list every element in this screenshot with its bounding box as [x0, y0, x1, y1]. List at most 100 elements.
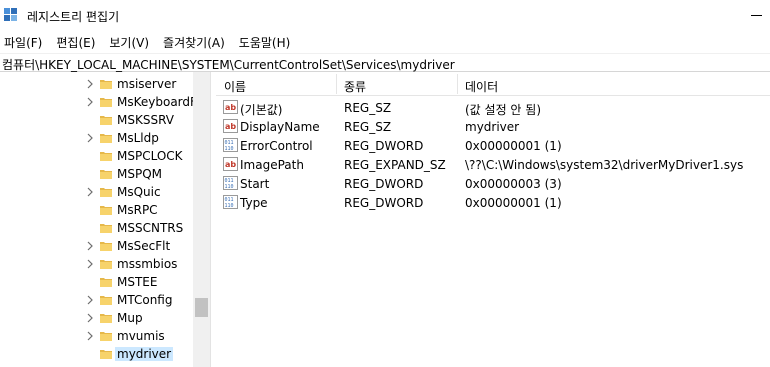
tree-item[interactable]: mssmbios: [0, 255, 193, 273]
folder-icon: [100, 224, 112, 233]
menu-view[interactable]: 보기(V): [105, 34, 153, 51]
binary-value-icon: 011110: [223, 195, 238, 209]
folder-icon: [100, 116, 112, 125]
folder-icon: [100, 98, 112, 107]
tree-item[interactable]: MsLldp: [0, 129, 193, 147]
tree-item[interactable]: MSSCNTRS: [0, 219, 193, 237]
chevron-right-icon[interactable]: [85, 295, 95, 305]
value-data: 0x00000003 (3): [465, 177, 562, 191]
tree-item-label: MsLldp: [117, 131, 159, 145]
value-data: mydriver: [465, 120, 520, 134]
folder-icon: [100, 188, 112, 197]
tree-item-label: MSPCLOCK: [117, 149, 183, 163]
chevron-right-icon[interactable]: [85, 241, 95, 251]
menu-help[interactable]: 도움말(H): [235, 34, 295, 51]
string-value-icon: ab: [223, 119, 238, 133]
tree-item[interactable]: mvumis: [0, 327, 193, 345]
column-divider[interactable]: [336, 74, 337, 94]
chevron-right-icon[interactable]: [85, 97, 95, 107]
svg-text:ab: ab: [225, 103, 236, 112]
tree-item-label: MsKeyboardFi: [117, 95, 193, 109]
value-type: REG_SZ: [344, 101, 392, 115]
tree-item[interactable]: Mup: [0, 309, 193, 327]
menu-bar: 파일(F) 편집(E) 보기(V) 즐겨찾기(A) 도움말(H): [0, 31, 770, 53]
value-name: (기본값): [240, 103, 283, 117]
tree-item[interactable]: MSKSSRV: [0, 111, 193, 129]
tree-item-label: mydriver: [115, 347, 174, 361]
value-row[interactable]: 011 110 Start REG_DWORD 0x00000003 (3): [216, 174, 770, 193]
folder-icon: [100, 314, 112, 323]
value-row[interactable]: ab ImagePath REG_EXPAND_SZ \??\C:\Windows\s…: [216, 155, 770, 174]
chevron-right-icon[interactable]: [85, 313, 95, 323]
folder-icon: [100, 350, 112, 359]
tree-item[interactable]: MSPQM: [0, 165, 193, 183]
folder-icon: [100, 80, 112, 89]
chevron-right-icon[interactable]: [85, 79, 95, 89]
folder-icon: [100, 134, 112, 143]
folder-icon: [100, 152, 112, 161]
svg-text:ab: ab: [225, 160, 236, 169]
value-data: 0x00000001 (1): [465, 139, 562, 153]
tree-item[interactable]: msiserver: [0, 75, 193, 93]
value-type: REG_DWORD: [344, 196, 424, 210]
string-value-icon: ab: [223, 157, 238, 171]
column-type-header[interactable]: 종류: [344, 78, 366, 95]
tree-item[interactable]: MsSecFlt: [0, 237, 193, 255]
binary-value-icon: 011110: [223, 138, 238, 152]
folder-icon: [100, 170, 112, 179]
binary-value-icon: 011110: [223, 176, 238, 190]
tree-item[interactable]: MsRPC: [0, 201, 193, 219]
tree-scroll-thumb[interactable]: [195, 298, 208, 317]
chevron-right-icon[interactable]: [85, 133, 95, 143]
tree-item-label: MTConfig: [117, 293, 173, 307]
address-bar[interactable]: 컴퓨터\HKEY_LOCAL_MACHINE\SYSTEM\CurrentCon…: [0, 53, 770, 72]
menu-favorites[interactable]: 즐겨찾기(A): [159, 34, 229, 51]
tree-item-label: MsSecFlt: [117, 239, 171, 253]
value-row[interactable]: 011 110 ErrorControl REG_DWORD 0x00000001 (1…: [216, 136, 770, 155]
value-type: REG_EXPAND_SZ: [344, 158, 446, 172]
tree-item[interactable]: MsQuic: [0, 183, 193, 201]
svg-text:110: 110: [225, 146, 234, 152]
value-row[interactable]: 011 110 Type REG_DWORD 0x00000001 (1): [216, 193, 770, 212]
value-row[interactable]: ab DisplayName REG_SZ mydriver: [216, 117, 770, 136]
chevron-right-icon[interactable]: [85, 331, 95, 341]
value-data: \??\C:\Windows\system32\driverMyDriver1.…: [465, 158, 744, 172]
tree-item-label: MsQuic: [117, 185, 161, 199]
folder-icon: [100, 296, 112, 305]
value-name: Type: [240, 196, 268, 210]
list-header: 이름 종류 데이터: [216, 72, 770, 96]
tree-item-label: MSTEE: [117, 275, 158, 289]
address-path[interactable]: 컴퓨터\HKEY_LOCAL_MACHINE\SYSTEM\CurrentCon…: [2, 56, 455, 73]
folder-icon: [100, 242, 112, 251]
value-data: 0x00000001 (1): [465, 196, 562, 210]
menu-file[interactable]: 파일(F): [0, 34, 46, 51]
menu-edit[interactable]: 편집(E): [52, 34, 99, 51]
tree-scrollbar[interactable]: [193, 72, 210, 367]
tree-item-label: MsRPC: [117, 203, 158, 217]
window-title: 레지스트리 편집기: [27, 10, 120, 24]
tree-item-label: msiserver: [117, 77, 177, 91]
key-tree[interactable]: msiserver MsKeyboardFi MSKSSRV MsLldp MSPCLO…: [0, 72, 193, 367]
value-name: ImagePath: [240, 158, 304, 172]
registry-editor-icon: [4, 8, 17, 21]
folder-icon: [100, 278, 112, 287]
column-divider[interactable]: [457, 74, 458, 94]
minimize-button[interactable]: [745, 6, 770, 26]
chevron-right-icon[interactable]: [85, 259, 95, 269]
folder-icon: [100, 332, 112, 341]
tree-item[interactable]: MsKeyboardFi: [0, 93, 193, 111]
tree-item[interactable]: MSPCLOCK: [0, 147, 193, 165]
value-data: (값 설정 안 됨): [465, 103, 542, 117]
tree-item[interactable]: MTConfig: [0, 291, 193, 309]
value-row[interactable]: ab (기본값) REG_SZ (값 설정 안 됨): [216, 98, 770, 117]
tree-item[interactable]: mydriver: [0, 345, 193, 363]
tree-item[interactable]: MSTEE: [0, 273, 193, 291]
tree-item-label: MSKSSRV: [117, 113, 174, 127]
value-name: Start: [240, 177, 270, 191]
value-type: REG_SZ: [344, 120, 392, 134]
value-list[interactable]: 이름 종류 데이터 ab (기본값) REG_SZ (값 설정 안 됨) ab Displ…: [216, 72, 770, 367]
tree-item-label: MSPQM: [117, 167, 163, 181]
chevron-right-icon[interactable]: [85, 187, 95, 197]
column-data-header[interactable]: 데이터: [465, 78, 498, 95]
column-name-header[interactable]: 이름: [224, 78, 246, 95]
